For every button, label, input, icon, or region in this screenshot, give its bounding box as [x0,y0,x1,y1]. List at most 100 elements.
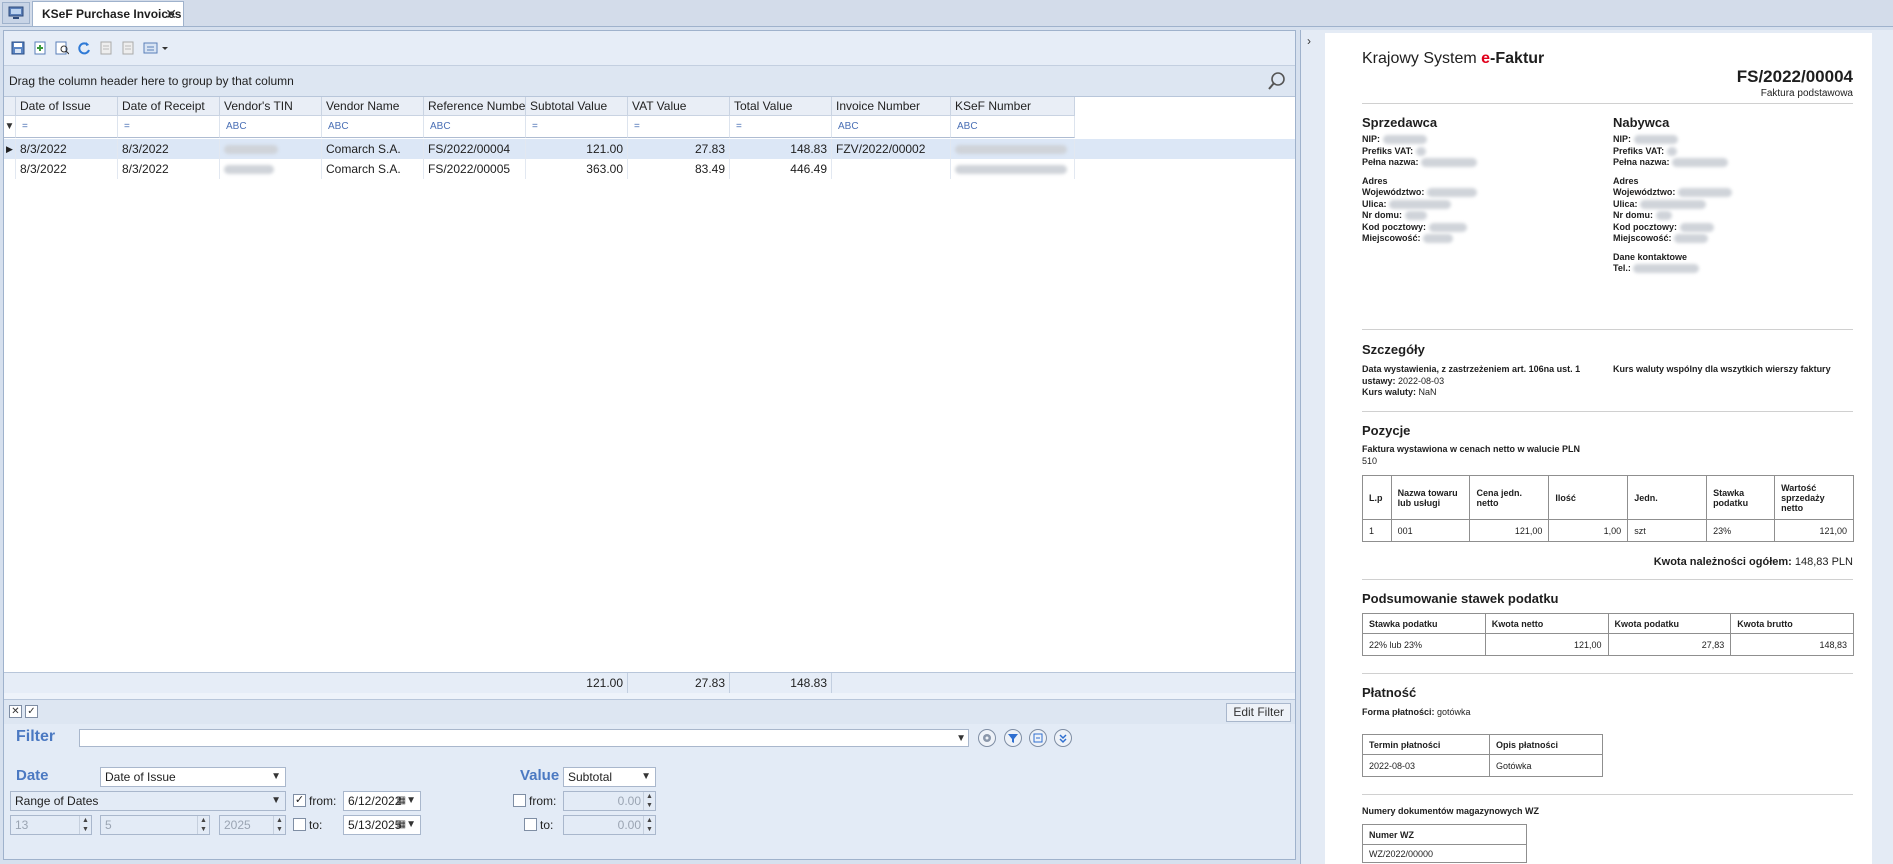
value-to-checkbox[interactable] [524,818,537,831]
cell-date-of-issue[interactable]: 8/3/2022 [16,139,118,159]
cell-date-of-receipt[interactable]: 8/3/2022 [118,139,220,159]
tab-ksef-purchase-invoices[interactable]: KSeF Purchase Invoices ✕ [32,1,184,26]
save-icon[interactable] [10,40,26,56]
filter-cell-vendor-tin[interactable]: ABC [220,116,322,138]
cell-total-value[interactable]: 148.83 [730,139,832,159]
cell-ksef-number-redacted[interactable] [951,139,1075,159]
value-from-input[interactable]: 0.00 ▲ ▼ [563,791,656,811]
gear-icon[interactable] [978,729,996,747]
spin-arrows-icon[interactable]: ▲ ▼ [197,816,209,834]
monitor-icon[interactable] [2,2,30,24]
seller-heading: Sprzedawca [1362,115,1438,130]
close-tab-icon[interactable]: ✕ [165,2,177,26]
import-icon[interactable] [32,40,48,56]
date-from-picker[interactable]: 6/12/2022 ▦▼ [343,791,421,811]
invoice-document[interactable]: Krajowy System e-Faktur FS/2022/00004 Fa… [1325,33,1872,864]
edit-filter-button[interactable]: Edit Filter [1226,703,1291,722]
cell-vendor-tin-redacted[interactable] [220,139,322,159]
date-range-value: Range of Dates [15,794,99,808]
date-range-select[interactable]: Range of Dates ▼ [10,791,286,811]
payment-form: Forma płatności: gotówka [1362,707,1471,717]
date-to-value: 5/13/2025 [348,818,402,832]
date-to-checkbox[interactable] [293,818,306,831]
value-field-value: Subtotal [568,770,613,784]
cell-vat-value[interactable]: 27.83 [628,139,730,159]
column-header-vendor-tin[interactable]: Vendor's TIN [220,97,322,116]
calendar-icon[interactable]: ▦▼ [397,792,416,810]
date-from-checkbox[interactable]: ✓ [293,794,306,807]
chevron-down-icon[interactable]: ▼ [956,730,966,746]
table-row[interactable]: ▶ 8/3/2022 8/3/2022 Comarch S.A. FS/2022… [4,139,1295,159]
cell-vendor-name[interactable]: Comarch S.A. [322,139,424,159]
column-header-date-of-receipt[interactable]: Date of Receipt [118,97,220,116]
tax-summary-table: Stawka podatku Kwota netto Kwota podatku… [1362,613,1854,656]
spin-arrows-icon[interactable]: ▲ ▼ [643,816,655,834]
filter-cell-vendor-name[interactable]: ABC [322,116,424,138]
cell-date-of-receipt[interactable]: 8/3/2022 [118,159,220,179]
day-spinner[interactable]: 13 ▲ ▼ [10,815,92,835]
clear-filter-icon[interactable]: ✕ [9,705,22,718]
date-field-value: Date of Issue [105,770,176,784]
column-header-subtotal-value[interactable]: Subtotal Value [526,97,628,116]
column-header-ksef-number[interactable]: KSeF Number [951,97,1075,116]
filter-cell-vat-value[interactable]: = [628,116,730,138]
date-to-picker[interactable]: 5/13/2025 ▦▼ [343,815,421,835]
filter-input[interactable]: ▼ [79,729,969,747]
value-from-amount: 0.00 [617,794,641,808]
cell-ksef-number-redacted[interactable] [951,159,1075,179]
column-header-total-value[interactable]: Total Value [730,97,832,116]
cell-vendor-name[interactable]: Comarch S.A. [322,159,424,179]
value-from-checkbox[interactable] [513,794,526,807]
wz-heading: Numery dokumentów magazynowych WZ [1362,806,1540,816]
cell-total-value[interactable]: 446.49 [730,159,832,179]
cell-vendor-tin-redacted[interactable] [220,159,322,179]
spin-arrows-icon[interactable]: ▲ ▼ [79,816,91,834]
table-row[interactable]: 8/3/2022 8/3/2022 Comarch S.A. FS/2022/0… [4,159,1295,179]
invoice-list-panel: Drag the column header here to group by … [3,30,1296,860]
filter-cell-ksef-number[interactable]: ABC [951,116,1075,138]
spin-arrows-icon[interactable]: ▲ ▼ [273,816,285,834]
filter-cell-subtotal-value[interactable]: = [526,116,628,138]
cell-subtotal-value[interactable]: 363.00 [526,159,628,179]
cell-reference-number[interactable]: FS/2022/00004 [424,139,526,159]
value-field-select[interactable]: Subtotal ▼ [563,767,656,787]
enable-filter-checkbox[interactable]: ✓ [25,705,38,718]
group-hint: Drag the column header here to group by … [9,74,294,88]
column-header-vendor-name[interactable]: Vendor Name [322,97,424,116]
cell-vat-value[interactable]: 83.49 [628,159,730,179]
document-disabled-icon-2[interactable] [120,40,136,56]
clear-funnel-icon[interactable] [1029,729,1047,747]
code-value: 510 [1362,456,1378,466]
chevron-right-icon[interactable]: › [1307,34,1311,48]
column-header-date-of-issue[interactable]: Date of Issue [16,97,118,116]
filter-cell-total-value[interactable]: = [730,116,832,138]
filter-cell-invoice-number[interactable]: ABC [832,116,951,138]
cell-invoice-number[interactable] [832,159,951,179]
column-header-vat-value[interactable]: VAT Value [628,97,730,116]
search-icon[interactable] [1267,71,1287,91]
payment-heading: Płatność [1362,685,1417,700]
filter-cell-reference-number[interactable]: ABC [424,116,526,138]
cell-date-of-issue[interactable]: 8/3/2022 [16,159,118,179]
month-spinner[interactable]: 5 ▲ ▼ [100,815,210,835]
cell-subtotal-value[interactable]: 121.00 [526,139,628,159]
spin-arrows-icon[interactable]: ▲ ▼ [643,792,655,810]
calendar-icon[interactable]: ▦▼ [397,816,416,834]
date-field-select[interactable]: Date of Issue ▼ [100,767,286,787]
filter-row-icon: ▼ [4,116,16,138]
column-header-reference-number[interactable]: Reference Number [424,97,526,116]
filter-cell-date-of-issue[interactable]: = [16,116,118,138]
preview-icon[interactable] [54,40,70,56]
filter-funnel-icon[interactable] [1004,729,1022,747]
value-to-input[interactable]: 0.00 ▲ ▼ [563,815,656,835]
export-menu-icon[interactable] [142,40,170,56]
document-disabled-icon[interactable] [98,40,114,56]
refresh-icon[interactable] [76,40,92,56]
group-by-panel[interactable]: Drag the column header here to group by … [4,66,1295,97]
filter-cell-date-of-receipt[interactable]: = [118,116,220,138]
column-header-invoice-number[interactable]: Invoice Number [832,97,951,116]
expand-icon[interactable] [1054,729,1072,747]
cell-invoice-number[interactable]: FZV/2022/00002 [832,139,951,159]
cell-reference-number[interactable]: FS/2022/00005 [424,159,526,179]
year-spinner[interactable]: 2025 ▲ ▼ [219,815,286,835]
